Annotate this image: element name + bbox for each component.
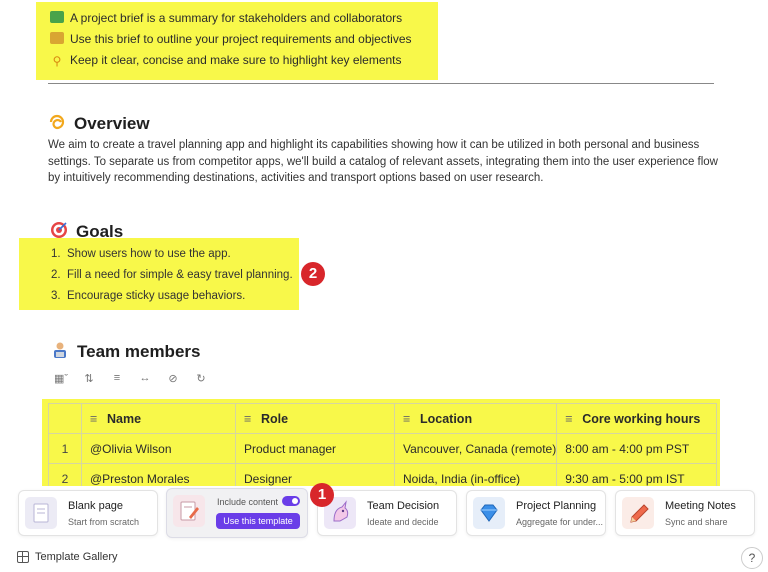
cell-hours[interactable]: 8:00 am - 4:00 pm PST: [556, 433, 718, 464]
template-card-blank-page[interactable]: Blank page Start from scratch: [18, 490, 158, 536]
divider: [48, 83, 714, 84]
intro-line-3: ⚲ Keep it clear, concise and make sure to…: [50, 53, 402, 67]
text-property-icon: ≡: [244, 411, 252, 426]
text-property-icon: ≡: [90, 411, 98, 426]
template-card-team-decision[interactable]: Team Decision Ideate and decide: [317, 490, 457, 536]
team-table: ≡ Name ≡ Role ≡ Location ≡ Core working hour…: [48, 403, 718, 494]
goal-item: 2. Fill a need for simple & easy travel p…: [51, 269, 293, 281]
card-subtitle: Aggregate for under...: [516, 517, 604, 527]
template-card-project-planning[interactable]: Project Planning Aggregate for under...: [466, 490, 606, 536]
target-icon: [51, 222, 67, 238]
hide-icon[interactable]: ⊘: [166, 372, 180, 385]
intro-callout: A project brief is a summary for stakeho…: [36, 2, 438, 80]
goals-list: 1. Show users how to use the app. 2. Fill …: [19, 238, 299, 310]
card-subtitle: Sync and share: [665, 517, 728, 527]
table-toolbar: ▦ˇ ⇅ ≡ ↔ ⊘ ↻: [54, 371, 208, 385]
notepad-icon: [50, 32, 64, 44]
step-badge-1: 1: [310, 483, 334, 507]
overview-heading: Overview: [48, 113, 150, 134]
cell-role[interactable]: Product manager: [235, 433, 395, 464]
card-subtitle: Start from scratch: [68, 517, 140, 527]
team-heading: Team members: [51, 341, 200, 362]
resize-icon[interactable]: ↔: [138, 372, 152, 384]
cell-location[interactable]: Vancouver, Canada (remote): [393, 433, 558, 464]
column-header-name[interactable]: ≡ Name: [81, 403, 236, 434]
card-title: Blank page: [68, 500, 124, 512]
template-card-meeting-notes[interactable]: Meeting Notes Sync and share: [615, 490, 755, 536]
pencil-icon: [622, 497, 654, 529]
card-title: Meeting Notes: [665, 500, 736, 512]
intro-line-2: Use this brief to outline your project r…: [50, 32, 412, 46]
table-row: 1 @Olivia Wilson Product manager Vancouv…: [48, 433, 718, 464]
step-badge-2: 2: [301, 262, 325, 286]
team-table-area: ≡ Name ≡ Role ≡ Location ≡ Core working hour…: [42, 399, 720, 494]
template-gallery-label: Template Gallery: [35, 551, 118, 563]
card-title: Team Decision: [367, 500, 440, 512]
row-number-header: [48, 403, 82, 434]
table-view-icon[interactable]: ▦ˇ: [54, 372, 68, 385]
include-content-label: Include content: [217, 497, 279, 507]
diamond-icon: [473, 497, 505, 529]
technologist-icon: [54, 342, 66, 358]
card-title: Project Planning: [516, 500, 597, 512]
intro-line-1: A project brief is a summary for stakeho…: [50, 11, 402, 25]
text-property-icon: ≡: [403, 411, 411, 426]
text-property-icon: ≡: [565, 411, 573, 426]
key-icon: ⚲: [52, 54, 62, 68]
template-gallery-link[interactable]: Template Gallery: [17, 551, 118, 563]
notepad-pencil-icon: [173, 495, 205, 527]
column-header-hours[interactable]: ≡ Core working hours: [556, 403, 718, 434]
card-subtitle: Ideate and decide: [367, 517, 439, 527]
goal-item: 1. Show users how to use the app.: [51, 248, 231, 260]
cell-name[interactable]: @Olivia Wilson: [81, 433, 236, 464]
use-template-button[interactable]: Use this template: [216, 513, 300, 529]
row-number: 1: [48, 433, 82, 464]
goal-item: 3. Encourage sticky usage behaviors.: [51, 290, 246, 302]
table-header-row: ≡ Name ≡ Role ≡ Location ≡ Core working hour…: [48, 403, 718, 434]
gallery-grid-icon: [17, 551, 29, 563]
template-card-project-brief[interactable]: Include content Use this template: [166, 488, 308, 538]
include-content-toggle[interactable]: [282, 496, 300, 506]
sort-icon[interactable]: ⇅: [82, 372, 96, 385]
column-header-role[interactable]: ≡ Role: [235, 403, 395, 434]
green-book-icon: [50, 11, 64, 23]
more-icon[interactable]: ↻: [194, 372, 208, 385]
dizzy-icon: [49, 114, 65, 130]
column-header-location[interactable]: ≡ Location: [393, 403, 558, 434]
filter-icon[interactable]: ≡: [110, 372, 124, 384]
overview-text: We aim to create a travel planning app a…: [48, 139, 718, 184]
blank-page-icon: [25, 497, 57, 529]
help-button[interactable]: ?: [741, 547, 763, 569]
